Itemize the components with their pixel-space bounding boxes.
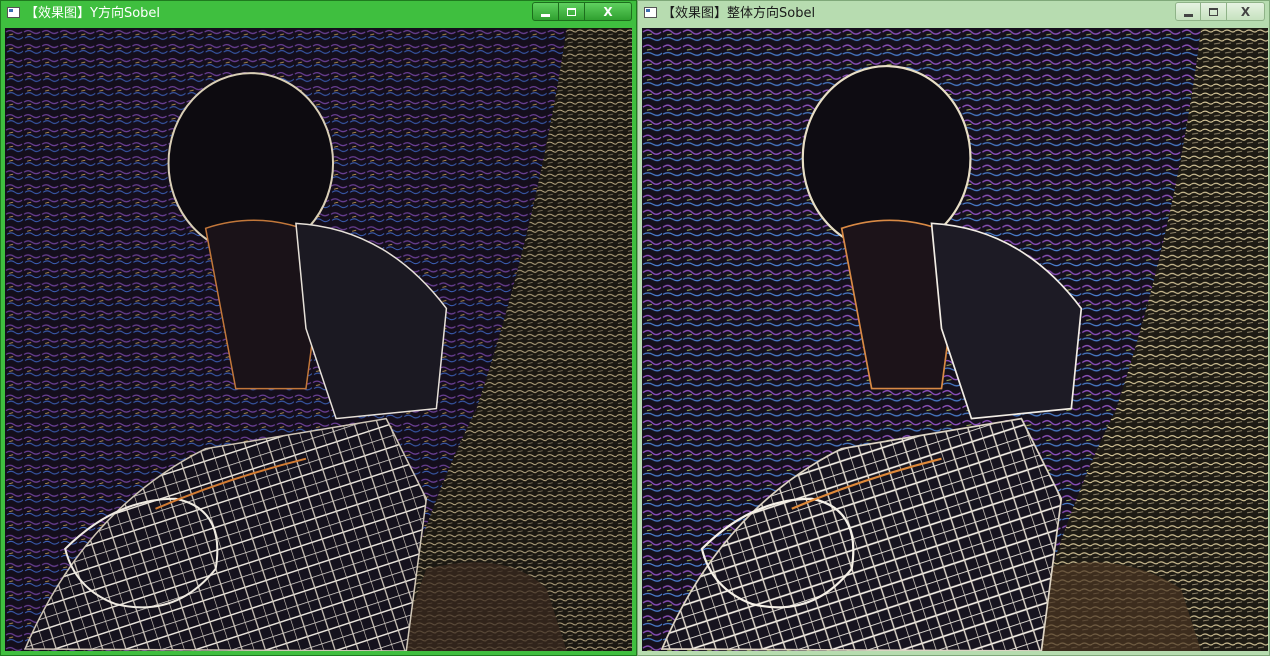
window-controls: X	[532, 2, 632, 21]
window-title: 【效果图】整体方向Sobel	[662, 6, 816, 21]
close-button[interactable]: X	[1227, 2, 1265, 21]
maximize-button[interactable]	[1201, 2, 1227, 21]
window-app-icon[interactable]	[644, 7, 657, 18]
maximize-icon	[1209, 7, 1218, 16]
window-overall-sobel[interactable]: 【效果图】整体方向Sobel X	[637, 0, 1270, 656]
minimize-button[interactable]	[532, 2, 559, 21]
minimize-icon	[1183, 13, 1193, 17]
window-controls: X	[1175, 2, 1265, 21]
image-display	[5, 28, 632, 651]
image-display	[642, 28, 1268, 651]
close-button[interactable]: X	[585, 2, 632, 21]
minimize-button[interactable]	[1175, 2, 1201, 21]
titlebar[interactable]: 【效果图】Y方向Sobel X	[1, 1, 636, 27]
maximize-icon	[567, 7, 576, 16]
titlebar[interactable]: 【效果图】整体方向Sobel X	[638, 1, 1269, 27]
close-icon: X	[1240, 4, 1251, 19]
close-icon: X	[603, 4, 613, 19]
desktop: 【效果图】Y方向Sobel X 【效果图】整体方向Sobel X	[0, 0, 1270, 656]
window-y-sobel[interactable]: 【效果图】Y方向Sobel X	[0, 0, 637, 656]
sobel-y-image	[5, 28, 632, 651]
window-title: 【效果图】Y方向Sobel	[25, 6, 161, 21]
sobel-overall-image	[642, 28, 1268, 651]
minimize-icon	[541, 13, 550, 17]
maximize-button[interactable]	[559, 2, 585, 21]
window-app-icon[interactable]	[7, 7, 20, 18]
